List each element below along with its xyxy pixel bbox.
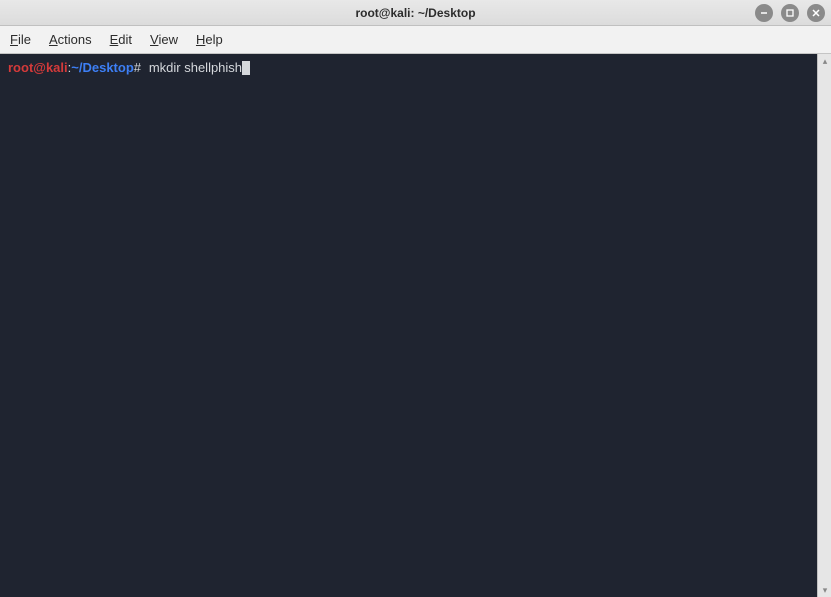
window-controls <box>755 4 825 22</box>
scroll-up-arrow[interactable]: ▴ <box>818 54 831 68</box>
prompt-path: ~/Desktop <box>71 60 134 75</box>
maximize-icon <box>785 8 795 18</box>
prompt-hash: # <box>134 60 141 75</box>
prompt-user: root@kali <box>8 60 68 75</box>
minimize-button[interactable] <box>755 4 773 22</box>
minimize-icon <box>759 8 769 18</box>
scrollbar[interactable]: ▴ ▾ <box>817 54 831 597</box>
close-icon <box>811 8 821 18</box>
menu-help[interactable]: Help <box>196 32 223 47</box>
menu-view[interactable]: View <box>150 32 178 47</box>
menu-file[interactable]: File <box>10 32 31 47</box>
menu-edit[interactable]: Edit <box>110 32 132 47</box>
terminal-cursor <box>242 61 250 75</box>
window-title: root@kali: ~/Desktop <box>355 6 475 20</box>
menubar: File Actions Edit View Help <box>0 26 831 54</box>
terminal-command: mkdir shellphish <box>149 60 242 75</box>
close-button[interactable] <box>807 4 825 22</box>
titlebar: root@kali: ~/Desktop <box>0 0 831 26</box>
terminal-container: root@kali:~/Desktop# mkdir shellphish ▴ … <box>0 54 831 597</box>
scroll-down-arrow[interactable]: ▾ <box>818 583 831 597</box>
maximize-button[interactable] <box>781 4 799 22</box>
menu-actions[interactable]: Actions <box>49 32 92 47</box>
terminal[interactable]: root@kali:~/Desktop# mkdir shellphish <box>0 54 817 597</box>
